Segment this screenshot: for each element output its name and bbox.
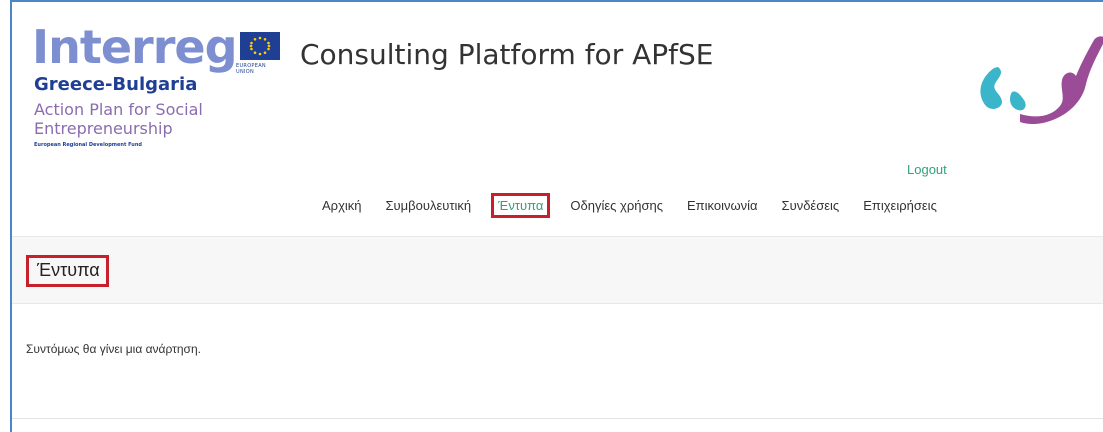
- logo-wordmark: Interreg: [32, 20, 238, 74]
- interreg-logo[interactable]: Interreg EUROPEAN UNION Greece-Bulgaria: [32, 24, 282, 164]
- browser-frame: Interreg EUROPEAN UNION Greece-Bulgaria: [10, 0, 1103, 432]
- logo-fund: European Regional Development Fund: [34, 142, 142, 148]
- page-title: Έντυπα: [26, 255, 109, 287]
- footer-divider: [12, 418, 1103, 419]
- main-nav: Αρχική Συμβουλευτική Έντυπα Οδηγίες χρήσ…: [318, 189, 957, 221]
- nav-item-consulting[interactable]: Συμβουλευτική: [382, 194, 476, 217]
- page-header-band: Έντυπα: [12, 236, 1103, 304]
- site-title: Consulting Platform for APfSE: [300, 38, 714, 71]
- nav-item-contact[interactable]: Επικοινωνία: [683, 194, 762, 217]
- content-message: Συντόμως θα γίνει μια ανάρτηση.: [26, 342, 201, 356]
- site-header: Interreg EUROPEAN UNION Greece-Bulgaria: [12, 2, 1103, 236]
- nav-item-businesses[interactable]: Επιχειρήσεις: [859, 194, 941, 217]
- nav-item-forms[interactable]: Έντυπα: [491, 192, 551, 218]
- nav-item-user-guide[interactable]: Οδηγίες χρήσης: [566, 194, 667, 217]
- nav-item-home[interactable]: Αρχική: [318, 194, 366, 217]
- brand-hands-icon: [962, 32, 1103, 142]
- nav-item-links[interactable]: Συνδέσεις: [778, 194, 844, 217]
- logo-subtitle: Action Plan for Social Entrepreneurship: [34, 100, 203, 138]
- logo-program: Greece-Bulgaria: [34, 74, 198, 95]
- logout-link[interactable]: Logout: [907, 162, 947, 177]
- eu-caption: EUROPEAN UNION: [236, 63, 266, 75]
- eu-flag-icon: [240, 32, 280, 60]
